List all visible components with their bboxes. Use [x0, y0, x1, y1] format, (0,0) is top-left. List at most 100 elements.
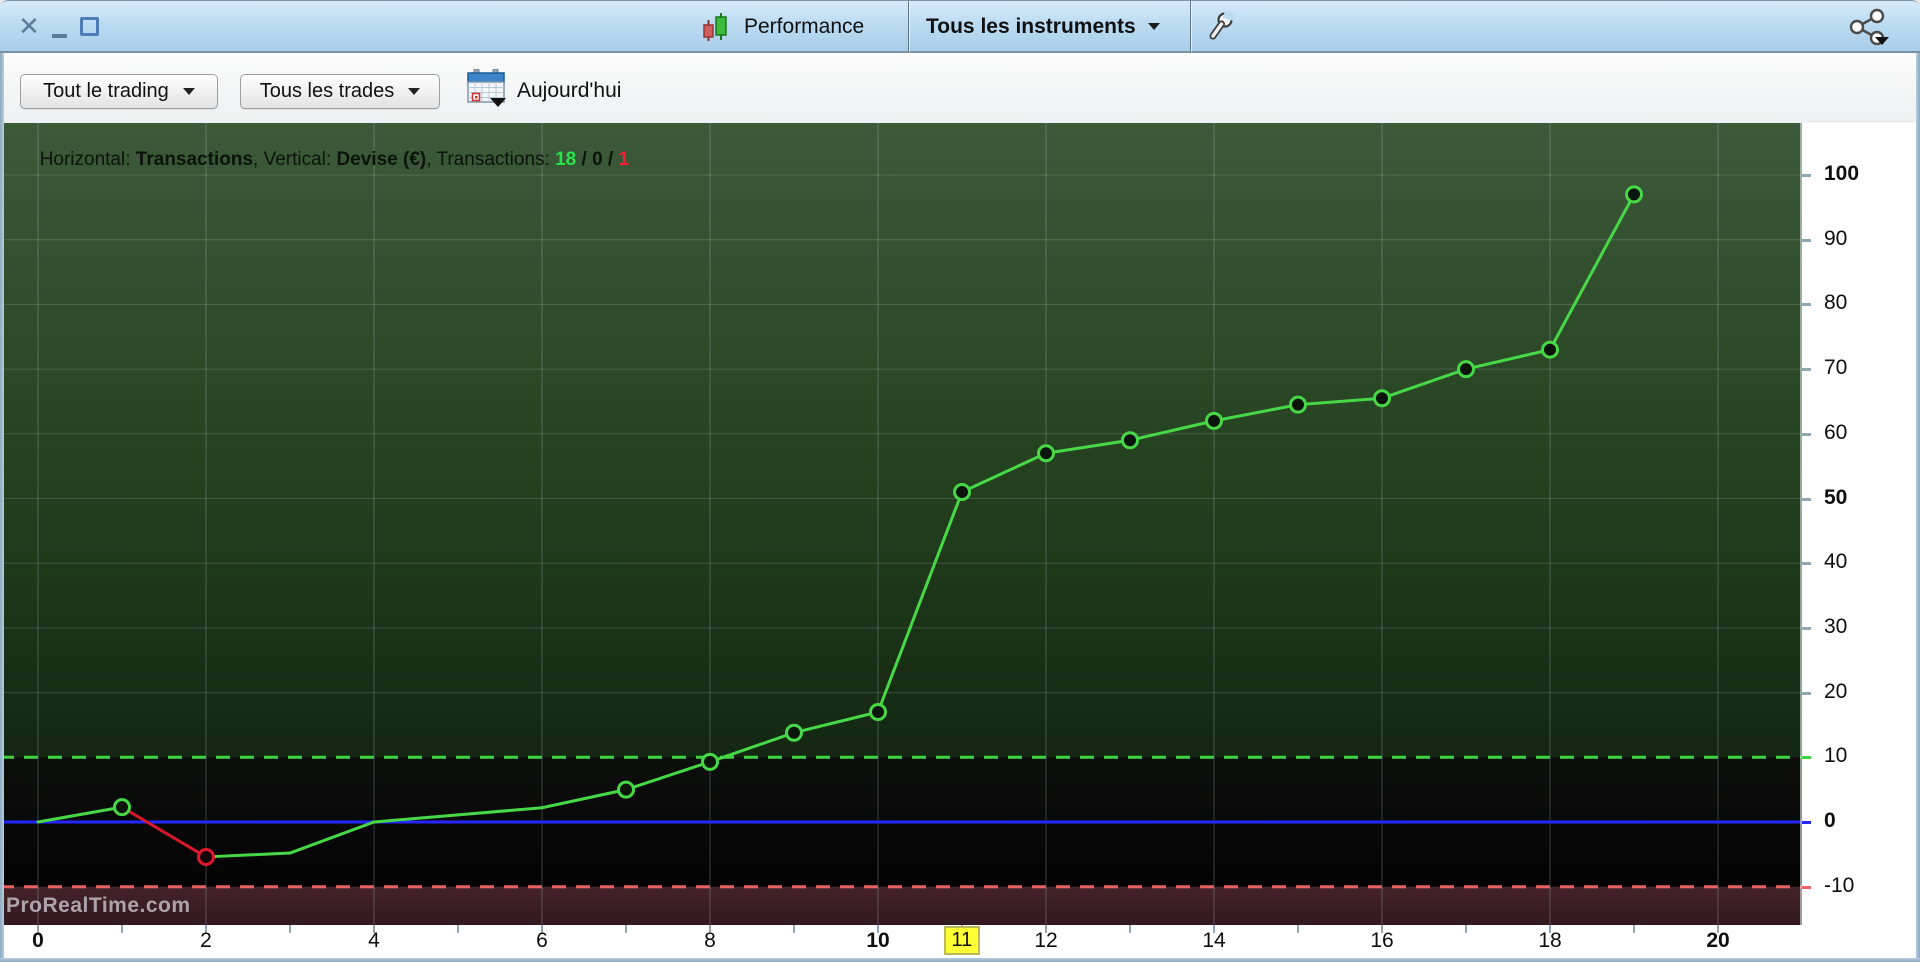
titlebar: ✕ Performance Tous les instruments — [0, 0, 1920, 53]
y-axis-tick — [1802, 238, 1811, 242]
y-axis-tick — [1802, 562, 1811, 566]
y-axis-tick — [1802, 626, 1811, 630]
x-axis-tick — [625, 925, 627, 933]
vertical-axis-value: Devise (€) — [336, 149, 427, 170]
x-axis-label: 2 — [200, 929, 212, 952]
vertical-axis-label: Vertical: — [263, 149, 337, 170]
titlebar-separator — [1190, 1, 1191, 52]
x-axis-highlighted-label: 11 — [943, 926, 981, 955]
trade-marker-win — [701, 752, 719, 771]
maximize-button[interactable] — [76, 1, 102, 52]
y-axis-tick — [1802, 885, 1811, 889]
trade-marker-win — [1541, 340, 1559, 359]
y-axis-label: 50 — [1824, 485, 1848, 509]
horizontal-axis-value: Transactions — [135, 149, 254, 170]
y-axis-label: 80 — [1824, 291, 1848, 315]
y-axis: -10 0 10 20 30 40 50 60 70 80 90 100 — [1802, 123, 1916, 925]
chevron-down-icon — [182, 88, 195, 95]
trading-scope-dropdown[interactable]: Tout le trading — [20, 74, 218, 109]
y-axis-tick — [1802, 821, 1811, 824]
trade-marker-win — [1289, 395, 1307, 414]
x-axis-tick — [289, 925, 291, 933]
performance-title: Performance — [744, 14, 865, 38]
performance-plot[interactable] — [0, 123, 1802, 925]
x-axis-label: 12 — [1034, 929, 1058, 952]
y-axis-tick — [1802, 303, 1811, 307]
filter-toolbar: Tout le trading Tous les trades Aujourd'… — [0, 55, 1920, 123]
x-axis-tick — [1297, 925, 1299, 933]
trade-marker-loss — [197, 847, 215, 866]
losses-count: 1 — [618, 149, 630, 170]
chevron-down-icon — [408, 88, 421, 95]
x-axis-label: 6 — [536, 929, 548, 952]
window-border-right — [1916, 53, 1920, 958]
performance-window: ✕ Performance Tous les instruments Tout … — [0, 0, 1920, 962]
share-icon — [1849, 8, 1889, 45]
calendar-icon — [467, 68, 506, 107]
trade-marker-win — [869, 703, 887, 722]
trade-marker-win — [1121, 431, 1139, 450]
y-axis-label: 90 — [1824, 226, 1848, 250]
settings-wrench-button[interactable] — [1204, 1, 1238, 52]
trades-filter-dropdown[interactable]: Tous les trades — [240, 74, 440, 109]
wrench-icon — [1209, 10, 1235, 39]
y-axis-label: 100 — [1824, 162, 1860, 185]
x-axis-tick — [1633, 925, 1635, 933]
x-axis: 0 2 4 6 8 10 12 14 16 18 20 11 — [0, 925, 1916, 958]
horizontal-axis-label: Horizontal: — [39, 149, 136, 170]
close-icon: ✕ — [18, 11, 40, 41]
candlestick-icon — [701, 1, 731, 52]
x-axis-label: 10 — [866, 929, 890, 952]
y-axis-tick — [1802, 432, 1811, 436]
x-axis-tick — [121, 925, 123, 933]
y-axis-tick — [1802, 756, 1811, 760]
y-axis-tick — [1802, 368, 1811, 372]
minimize-icon — [51, 33, 67, 38]
maximize-icon — [79, 17, 99, 36]
trade-marker-win — [953, 483, 971, 502]
x-axis-tick — [457, 925, 459, 933]
close-button[interactable]: ✕ — [12, 1, 46, 52]
loss-zone-background — [0, 886, 1802, 925]
x-axis-label: 18 — [1538, 929, 1562, 952]
x-axis-tick — [793, 925, 795, 933]
date-picker-button[interactable] — [466, 68, 510, 114]
x-axis-label: 4 — [368, 929, 380, 952]
y-axis-label: 70 — [1824, 356, 1848, 380]
trade-marker-win — [785, 723, 803, 742]
date-range-label: Aujourd'hui — [517, 78, 622, 102]
wins-count: 18 — [555, 149, 577, 170]
titlebar-separator — [908, 1, 909, 52]
y-axis-tick — [1802, 691, 1811, 695]
y-axis-label: 60 — [1824, 420, 1848, 444]
y-axis-tick — [1802, 174, 1811, 177]
y-axis-label: 0 — [1824, 809, 1836, 832]
trade-marker-win — [1625, 185, 1643, 204]
performance-chart[interactable]: Horizontal: Transactions, Vertical: Devi… — [0, 123, 1802, 925]
x-axis-label: 14 — [1202, 929, 1226, 952]
share-button[interactable] — [1842, 1, 1894, 52]
trade-marker-win — [1457, 360, 1475, 379]
x-axis-label: 8 — [704, 929, 716, 952]
y-axis-label: -10 — [1824, 873, 1855, 897]
y-axis-tick — [1802, 497, 1811, 501]
x-axis-tick — [1129, 925, 1131, 933]
neutral-count: 0 — [592, 149, 603, 170]
window-border-left — [0, 53, 4, 958]
trade-marker-win — [1373, 389, 1391, 408]
y-axis-label: 30 — [1824, 614, 1848, 638]
x-axis-label: 0 — [32, 929, 44, 952]
minimize-button[interactable] — [46, 1, 72, 52]
chart-info-bar: Horizontal: Transactions, Vertical: Devi… — [39, 149, 630, 170]
trade-marker-win — [1037, 444, 1055, 463]
instrument-selector[interactable]: Tous les instruments — [926, 1, 1160, 52]
window-border-bottom — [0, 958, 1920, 962]
trade-marker-win — [113, 798, 131, 817]
x-axis-label: 16 — [1370, 929, 1394, 952]
trade-marker-win — [1205, 411, 1223, 430]
transactions-count-label: Transactions: — [436, 149, 556, 170]
x-axis-tick — [1465, 925, 1467, 933]
y-axis-label: 20 — [1824, 679, 1848, 703]
x-axis-label: 20 — [1706, 929, 1730, 952]
prorealtime-watermark: ProRealTime.com — [6, 894, 191, 917]
